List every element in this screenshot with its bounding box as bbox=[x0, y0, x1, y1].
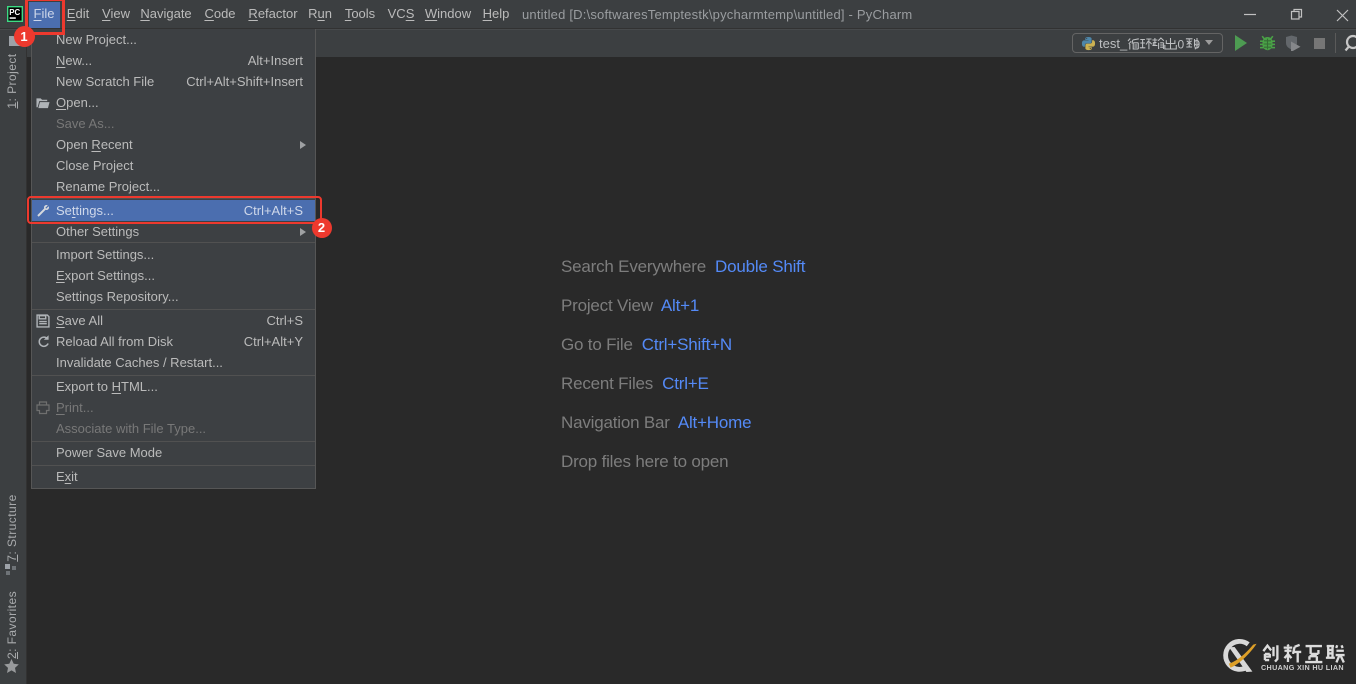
svg-text:CHUANG XIN HU LIAN: CHUANG XIN HU LIAN bbox=[1261, 663, 1344, 672]
svg-text:PC: PC bbox=[9, 8, 20, 17]
svg-text:9: 9 bbox=[1194, 37, 1201, 51]
svg-text:0: 0 bbox=[1178, 37, 1185, 51]
